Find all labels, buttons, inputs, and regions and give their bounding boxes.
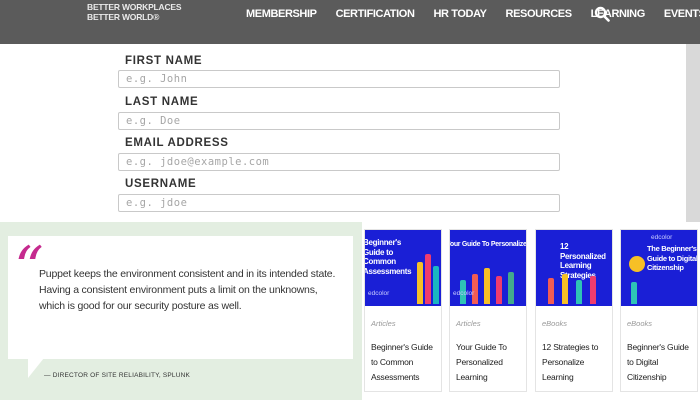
site-tagline[interactable]: BETTER WORKPLACES BETTER WORLD® (87, 2, 182, 22)
figure-illustration (562, 274, 568, 304)
figure-illustration (548, 278, 554, 304)
email-label: EMAIL ADDRESS (125, 137, 229, 149)
first-name-label: FIRST NAME (125, 55, 203, 67)
search-icon[interactable] (594, 6, 610, 22)
site-header: BETTER WORKPLACES BETTER WORLD® MEMBERSH… (0, 0, 700, 44)
nav-events[interactable]: EVENTS (664, 8, 700, 20)
card-thumbnail: Your Guide To Personalized Learn edcolor (450, 230, 526, 306)
resource-card[interactable]: Beginner's Guide to Common Assessments e… (364, 229, 442, 392)
resource-card[interactable]: The Beginner's Guide to Digital Citizens… (620, 229, 698, 392)
nav-certification[interactable]: CERTIFICATION (336, 8, 415, 20)
tagline-line-2: BETTER WORLD® (87, 12, 160, 22)
card-category: eBooks (627, 319, 653, 328)
figure-illustration (496, 276, 502, 304)
card-thumbnail: The Beginner's Guide to Digital Citizens… (621, 230, 697, 306)
figure-illustration (433, 266, 439, 304)
resource-card[interactable]: Your Guide To Personalized Learn edcolor… (449, 229, 527, 392)
tagline-line-1: BETTER WORKPLACES (87, 2, 182, 12)
card-thumbnail-title: Beginner's Guide to Common Assessments (365, 238, 412, 276)
quote-card-pointer (28, 358, 44, 378)
card-category: Articles (371, 319, 396, 328)
brand-logo: edcolor (368, 290, 390, 297)
card-thumbnail-title: The Beginner's Guide to Digital Citizens… (647, 244, 697, 272)
figure-illustration (576, 280, 582, 304)
figure-illustration (425, 254, 431, 304)
card-title[interactable]: Your Guide To Personalized Learning (456, 340, 526, 385)
username-input[interactable] (118, 194, 560, 212)
brand-logo: edcolor (651, 234, 673, 241)
figure-illustration (590, 276, 596, 304)
first-name-input[interactable] (118, 70, 560, 88)
username-label: USERNAME (125, 178, 197, 190)
figure-illustration (472, 274, 478, 304)
figure-illustration (508, 272, 514, 304)
card-thumbnail: Beginner's Guide to Common Assessments e… (365, 230, 441, 306)
brand-logo: edcolor (453, 290, 475, 297)
card-category: eBooks (542, 319, 568, 328)
email-input[interactable] (118, 153, 560, 171)
testimonial-attribution: — DIRECTOR OF SITE RELIABILITY, SPLUNK (44, 372, 191, 379)
last-name-label: LAST NAME (125, 96, 199, 108)
testimonial-quote: Puppet keeps the environment consistent … (39, 268, 336, 312)
figure-illustration (417, 262, 423, 304)
lightbulb-illustration (629, 256, 645, 272)
nav-hr-today[interactable]: HR TODAY (434, 8, 487, 20)
figure-illustration (631, 282, 637, 304)
figure-illustration (484, 268, 490, 304)
main-nav: MEMBERSHIP CERTIFICATION HR TODAY RESOUR… (246, 0, 700, 28)
card-thumbnail-title: Your Guide To Personalized Learn (450, 241, 526, 248)
card-title[interactable]: 12 Strategies to Personalize Learning (542, 340, 612, 385)
nav-membership[interactable]: MEMBERSHIP (246, 8, 317, 20)
page-gutter (686, 44, 700, 222)
last-name-input[interactable] (118, 112, 560, 130)
card-title[interactable]: Beginner's Guide to Common Assessments (371, 340, 441, 385)
card-category: Articles (456, 319, 481, 328)
card-thumbnail: 12 Personalized Learning Strategies (536, 230, 612, 306)
card-title[interactable]: Beginner's Guide to Digital Citizenship (627, 340, 697, 385)
resource-card[interactable]: 12 Personalized Learning Strategies eBoo… (535, 229, 613, 392)
nav-resources[interactable]: RESOURCES (506, 8, 572, 20)
